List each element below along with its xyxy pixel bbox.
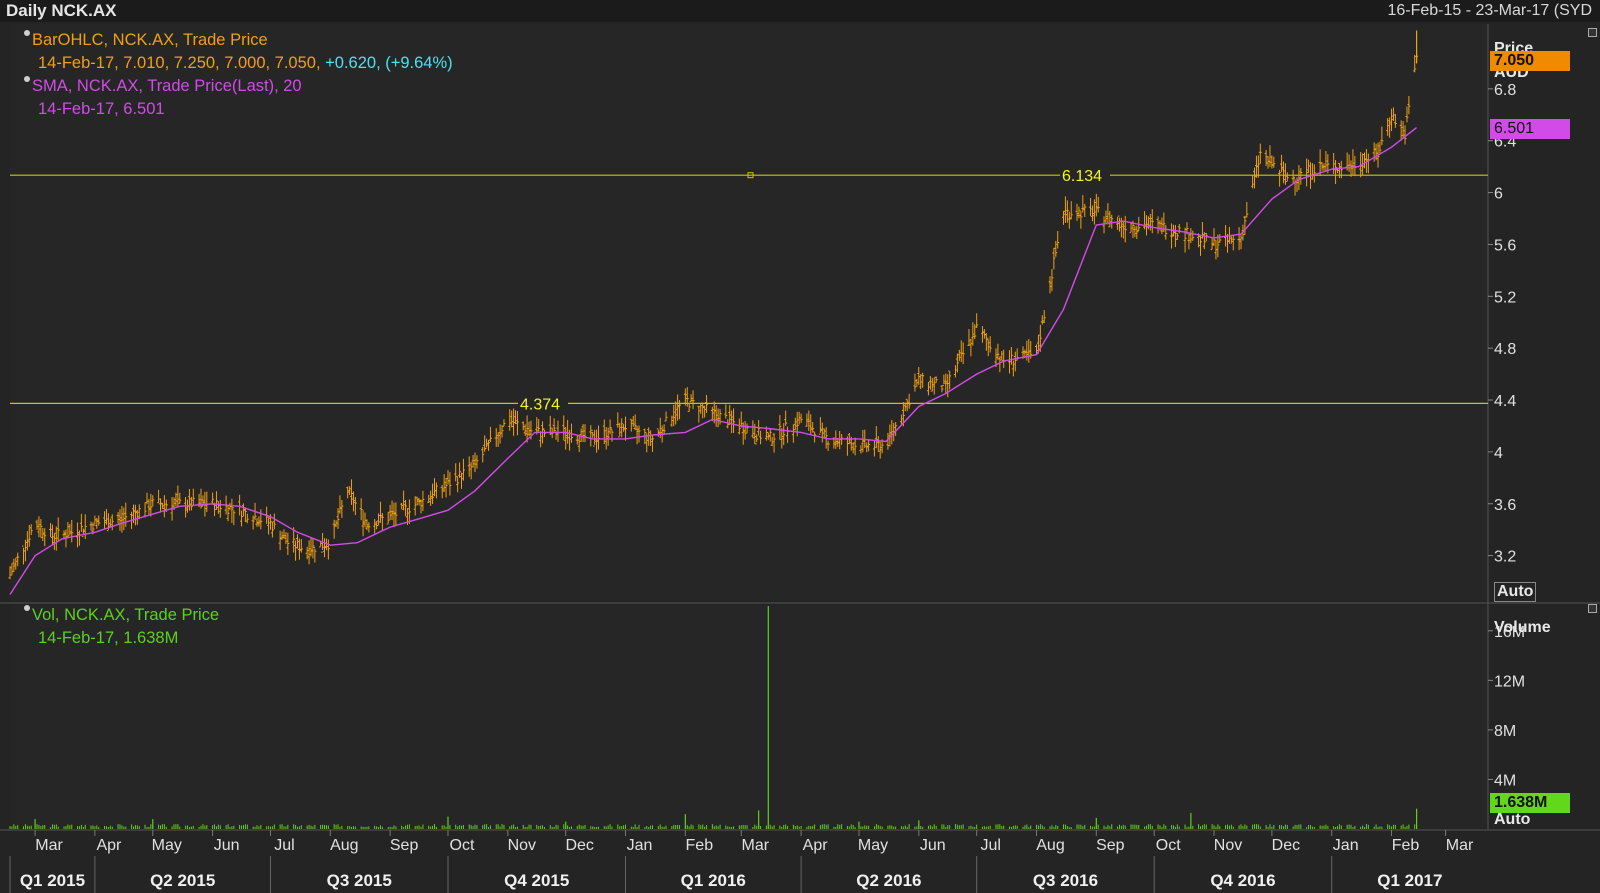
volume-legend[interactable]: Vol, NCK.AX, Trade Price 14-Feb-17, 1.63… [24,604,219,650]
price-tick-label: 4 [1494,445,1503,462]
volume-tick-label: 8M [1494,723,1516,740]
price-pane-collapse-icon[interactable] [1588,28,1597,37]
quarter-label: Q1 2016 [681,871,746,890]
chart-window: Daily NCK.AX 16-Feb-15 - 23-Mar-17 (SYD … [0,0,1600,893]
month-label: Aug [330,837,358,854]
month-label: May [858,837,888,854]
month-label: Dec [565,837,593,854]
quarter-label: Q3 2015 [327,871,392,890]
price-tick-label: 4.8 [1494,341,1516,358]
month-label: Aug [1036,837,1064,854]
hline-label: 4.374 [520,396,560,413]
vol-legend-values: 14-Feb-17, 1.638M [38,629,179,647]
quarter-label: Q4 2015 [504,871,569,890]
vol-legend-name: Vol, NCK.AX, Trade Price [32,606,220,624]
volume-auto-button[interactable]: Auto [1494,811,1530,829]
quarter-label: Q2 2015 [150,871,215,890]
month-label: May [152,837,182,854]
month-label: Jan [1333,837,1359,854]
volume-axis-label: Volume [1494,619,1551,636]
quarter-label: Q2 2016 [856,871,921,890]
month-label: Sep [1096,837,1125,854]
ohlc-legend-values: 14-Feb-17, 7.010, 7.250, 7.000, 7.050, [38,54,321,72]
month-label: Mar [35,837,63,854]
price-tick-label: 5.2 [1494,289,1516,306]
ohlc-legend-change: +0.620, (+9.64%) [325,54,453,72]
volume-pane [10,606,1488,829]
price-tick-label: 5.6 [1494,237,1516,254]
legend-bullet-icon [24,76,30,82]
month-label: Oct [1156,837,1181,854]
month-label: Nov [508,837,536,854]
month-label: Mar [742,837,770,854]
hline-label: 6.134 [1062,168,1102,185]
quarter-label: Q1 2015 [20,871,85,890]
sma-legend-name: SMA, NCK.AX, Trade Price(Last), 20 [32,77,302,95]
sma-legend-values: 14-Feb-17, 6.501 [38,100,165,118]
price-tick-label: 6.8 [1494,82,1516,99]
legend-bullet-icon [24,30,30,36]
quarter-label: Q3 2016 [1033,871,1098,890]
legend-bullet-icon [24,605,30,611]
volume-badge: 1.638M [1490,793,1570,813]
month-label: Apr [803,837,829,854]
month-label: Apr [96,837,122,854]
month-label: Oct [450,837,475,854]
month-label: Dec [1272,837,1300,854]
price-legend[interactable]: BarOHLC, NCK.AX, Trade Price 14-Feb-17, … [24,29,453,121]
gridlines [0,24,1600,831]
quarter-label: Q1 2017 [1377,871,1442,890]
price-tick-label: 6 [1494,186,1503,203]
month-label: Jul [274,837,294,854]
month-label: Jun [920,837,946,854]
month-label: Jan [627,837,653,854]
month-label: Feb [1392,837,1420,854]
month-label: Jul [980,837,1000,854]
price-auto-button[interactable]: Auto [1494,582,1537,602]
price-volume-chart[interactable]: 6.1344.374 3.23.644.44.85.25.666.46.84M8… [0,0,1600,893]
last-price-badge: 7.050 [1490,51,1570,71]
volume-tick-label: 12M [1494,673,1525,690]
volume-tick-label: 4M [1494,772,1516,789]
month-label: Sep [390,837,419,854]
sma-badge: 6.501 [1490,119,1570,139]
ohlc-legend-name: BarOHLC, NCK.AX, Trade Price [32,31,268,49]
month-label: Mar [1446,837,1474,854]
month-label: Nov [1214,837,1242,854]
price-tick-label: 4.4 [1494,393,1516,410]
price-tick-label: 3.6 [1494,497,1516,514]
quarter-label: Q4 2016 [1210,871,1275,890]
price-tick-label: 3.2 [1494,549,1516,566]
volume-pane-collapse-icon[interactable] [1588,604,1597,613]
month-label: Jun [214,837,240,854]
month-label: Feb [686,837,714,854]
